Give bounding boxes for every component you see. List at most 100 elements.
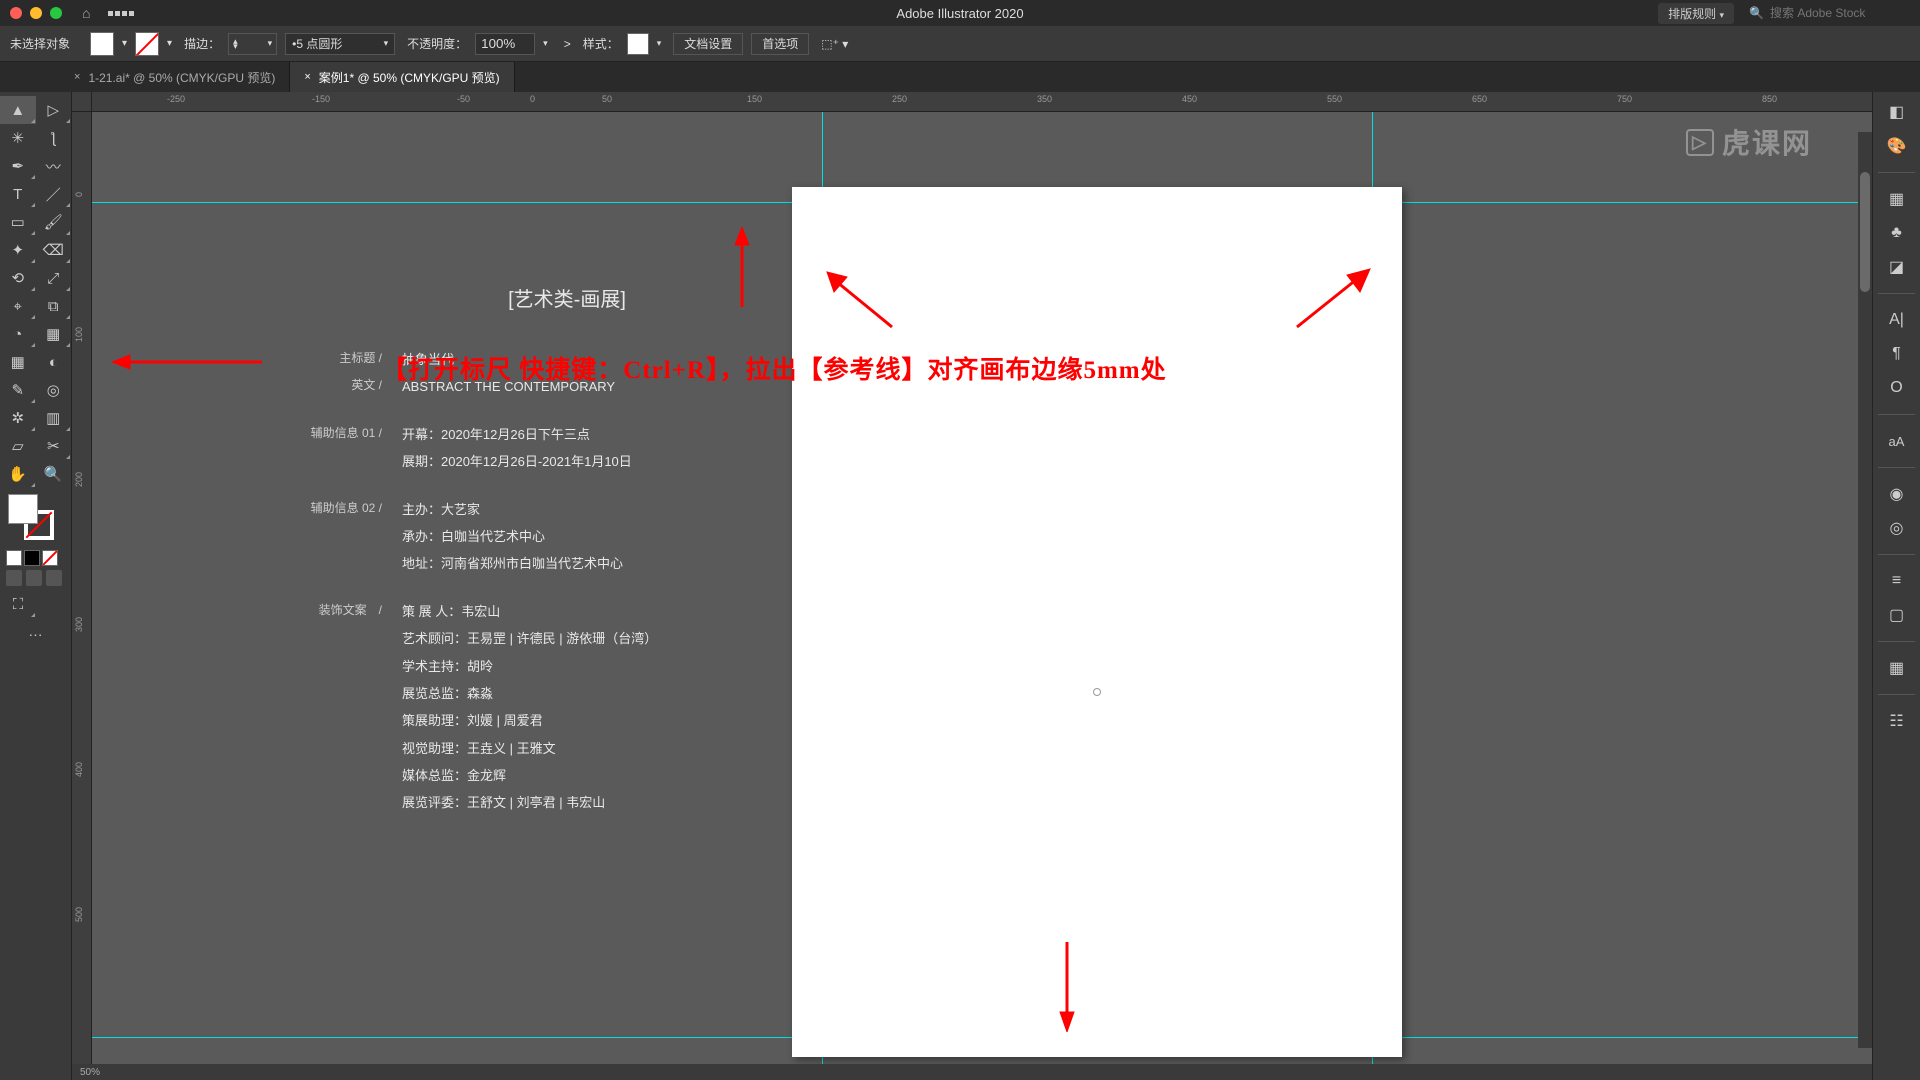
graphic-styles-panel-icon[interactable]: ◎ xyxy=(1885,516,1909,540)
line-tool[interactable]: ／ xyxy=(36,180,72,208)
opacity-label: 不透明度： xyxy=(407,35,467,52)
fill-dropdown[interactable]: ▾ xyxy=(122,38,127,49)
asset-export-panel-icon[interactable]: ▢ xyxy=(1885,603,1909,627)
home-icon[interactable]: ⌂ xyxy=(82,5,90,21)
rotate-tool[interactable]: ⟲ xyxy=(0,264,36,292)
perspective-tool[interactable]: ▦ xyxy=(36,320,72,348)
watermark-icon: ▷ xyxy=(1686,129,1714,156)
none-mode-button[interactable] xyxy=(42,550,58,566)
titlebar: ⌂ Adobe Illustrator 2020 排版规则 ▾ 🔍 xyxy=(0,0,1920,26)
watermark: ▷ 虎课网 xyxy=(1686,122,1812,162)
glyphs-panel-icon[interactable]: aA xyxy=(1885,429,1909,453)
tab-label: 1-21.ai* @ 50% (CMYK/GPU 预览) xyxy=(88,69,275,86)
zoom-tool[interactable]: 🔍 xyxy=(36,460,72,488)
fill-swatch[interactable] xyxy=(90,32,114,56)
vertical-ruler[interactable]: 0 100 200 300 400 500 xyxy=(72,112,92,1080)
shape-builder-tool[interactable]: ◔ xyxy=(0,320,36,348)
layout-rules-dropdown[interactable]: 排版规则 ▾ xyxy=(1658,3,1734,24)
status-bar: 50% xyxy=(72,1064,1872,1080)
pen-tool[interactable]: ✒ xyxy=(0,152,36,180)
stroke-weight-input[interactable]: ▴▾ ▾ xyxy=(228,33,277,55)
tab-doc-2[interactable]: × 案例1* @ 50% (CMYK/GPU 预览) xyxy=(290,62,514,92)
free-transform-tool[interactable]: ⧉ xyxy=(36,292,72,320)
character-panel-icon[interactable]: A| xyxy=(1885,308,1909,332)
artboard-tool[interactable]: ▱ xyxy=(0,432,36,460)
vertical-scrollbar[interactable] xyxy=(1858,132,1872,1048)
selection-tool[interactable]: ▲ xyxy=(0,96,36,124)
tab-doc-1[interactable]: × 1-21.ai* @ 50% (CMYK/GPU 预览) xyxy=(60,62,290,92)
eyedropper-tool[interactable]: ✎ xyxy=(0,376,36,404)
paragraph-panel-icon[interactable]: ¶ xyxy=(1885,342,1909,366)
canvas-area: -250 -150 -50 0 50 150 250 350 450 550 6… xyxy=(72,92,1872,1080)
blend-tool[interactable]: ◎ xyxy=(36,376,72,404)
slice-tool[interactable]: ✂ xyxy=(36,432,72,460)
fill-proxy[interactable] xyxy=(8,494,38,524)
draw-inside-button[interactable] xyxy=(46,570,62,586)
properties-panel-icon[interactable]: ◧ xyxy=(1885,100,1909,124)
color-mode-button[interactable] xyxy=(6,550,22,566)
brushes-panel-icon[interactable]: ♣ xyxy=(1885,221,1909,245)
horizontal-ruler[interactable]: -250 -150 -50 0 50 150 250 350 450 550 6… xyxy=(92,92,1872,112)
search-icon[interactable]: 🔍 xyxy=(1749,6,1764,20)
libraries-panel-icon[interactable]: ☷ xyxy=(1885,709,1909,733)
opacity-dropdown[interactable]: ▾ xyxy=(543,38,548,49)
style-swatch[interactable] xyxy=(627,33,649,55)
hand-tool[interactable]: ✋ xyxy=(0,460,36,488)
mesh-tool[interactable]: ▦ xyxy=(0,348,36,376)
rectangle-tool[interactable]: ▭ xyxy=(0,208,36,236)
fill-stroke-proxy[interactable] xyxy=(8,494,54,540)
appearance-panel-icon[interactable]: ◉ xyxy=(1885,482,1909,506)
minimize-window-button[interactable] xyxy=(30,7,42,19)
style-label: 样式： xyxy=(583,35,619,52)
opacity-input[interactable] xyxy=(475,33,535,55)
close-tab-icon[interactable]: × xyxy=(74,71,80,83)
stroke-label: 描边： xyxy=(184,35,220,52)
eraser-tool[interactable]: ⌫ xyxy=(36,236,72,264)
curvature-tool[interactable]: 〰 xyxy=(36,152,72,180)
symbols-panel-icon[interactable]: ◪ xyxy=(1885,255,1909,279)
scrollbar-thumb[interactable] xyxy=(1860,172,1870,292)
draw-normal-button[interactable] xyxy=(6,570,22,586)
document-setup-button[interactable]: 文档设置 xyxy=(673,33,743,55)
style-dropdown[interactable]: ▾ xyxy=(657,38,662,49)
annotation-text: 【打开标尺 快捷键：Ctrl+R】，拉出【参考线】对齐画布边缘5mm处 xyxy=(382,350,1167,386)
align-icon[interactable]: ⬚⁺ ▾ xyxy=(821,37,848,51)
opentype-panel-icon[interactable]: O xyxy=(1885,376,1909,400)
width-tool[interactable]: ⌖ xyxy=(0,292,36,320)
screen-mode-button[interactable]: ⛶ xyxy=(0,590,36,618)
symbol-sprayer-tool[interactable]: ✲ xyxy=(0,404,36,432)
swatches-panel-icon[interactable]: ▦ xyxy=(1885,187,1909,211)
direct-selection-tool[interactable]: ▷ xyxy=(36,96,72,124)
viewport[interactable]: [艺术类-画展] 主标题 /抽象当代 英文 /ABSTRACT THE CONT… xyxy=(92,112,1872,1064)
preferences-button[interactable]: 首选项 xyxy=(751,33,809,55)
scale-tool[interactable]: ⤢ xyxy=(36,264,72,292)
lasso-tool[interactable]: ƪ xyxy=(36,124,72,152)
layers-panel-icon[interactable]: ≡ xyxy=(1885,569,1909,593)
magic-wand-tool[interactable]: ✳ xyxy=(0,124,36,152)
shaper-tool[interactable]: ✦ xyxy=(0,236,36,264)
edit-toolbar-button[interactable]: ··· xyxy=(6,624,65,644)
zoom-level[interactable]: 50% xyxy=(80,1067,100,1078)
adobe-stock-search-input[interactable] xyxy=(1770,6,1910,20)
document-tabs: × 1-21.ai* @ 50% (CMYK/GPU 预览) × 案例1* @ … xyxy=(0,62,1920,92)
stroke-swatch[interactable] xyxy=(135,32,159,56)
panel-title: [艺术类-画展] xyxy=(282,282,852,318)
brush-tool[interactable]: 🖌 xyxy=(36,208,72,236)
window-controls xyxy=(10,7,62,19)
stroke-profile-dropdown[interactable]: • 5 点圆形 ▾ xyxy=(285,33,395,55)
stroke-dropdown[interactable]: ▾ xyxy=(167,38,172,49)
gradient-tool[interactable]: ◐ xyxy=(36,348,72,376)
app-grid-icon[interactable] xyxy=(108,11,134,16)
annotation-arrow-diag1 xyxy=(822,267,902,337)
gradient-mode-button[interactable] xyxy=(24,550,40,566)
close-tab-icon[interactable]: × xyxy=(304,71,310,83)
ruler-origin[interactable] xyxy=(72,92,92,112)
artboards-panel-icon[interactable]: ▦ xyxy=(1885,656,1909,680)
graph-tool[interactable]: ▥ xyxy=(36,404,72,432)
maximize-window-button[interactable] xyxy=(50,7,62,19)
close-window-button[interactable] xyxy=(10,7,22,19)
color-panel-icon[interactable]: 🎨 xyxy=(1885,134,1909,158)
options-bar: 未选择对象 ▾ ▾ 描边： ▴▾ ▾ • 5 点圆形 ▾ 不透明度： ▾ > 样… xyxy=(0,26,1920,62)
draw-behind-button[interactable] xyxy=(26,570,42,586)
type-tool[interactable]: T xyxy=(0,180,36,208)
